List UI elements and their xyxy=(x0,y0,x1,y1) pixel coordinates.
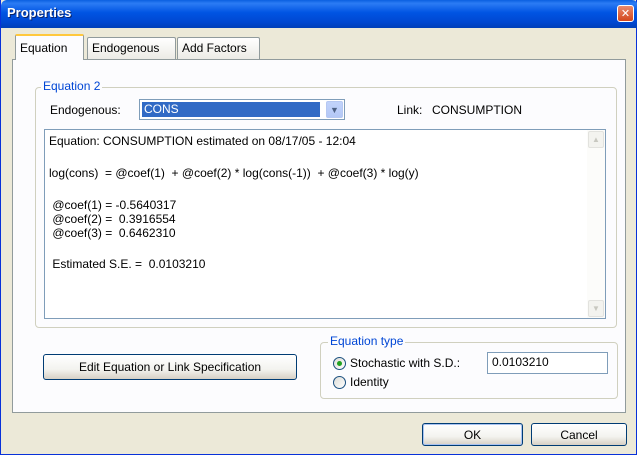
equation-line: @coef(3) = 0.6462310 xyxy=(49,226,176,240)
cancel-button[interactable]: Cancel xyxy=(531,423,627,446)
close-button[interactable]: ✕ xyxy=(617,5,634,22)
title-bar[interactable]: Properties ✕ xyxy=(1,0,637,28)
scroll-up-button[interactable]: ▲ xyxy=(588,131,604,148)
equation-line: log(cons) = @coef(1) + @coef(2) * log(co… xyxy=(49,166,419,180)
tab-endogenous[interactable]: Endogenous xyxy=(87,37,176,59)
tab-equation[interactable]: Equation xyxy=(15,34,84,60)
equation-line: @coef(2) = 0.3916554 xyxy=(49,212,176,226)
scroll-up-icon: ▲ xyxy=(592,135,600,144)
tab-add-factors[interactable]: Add Factors xyxy=(177,37,260,59)
endogenous-label: Endogenous: xyxy=(50,103,121,117)
equation-group-legend: Equation 2 xyxy=(41,79,103,93)
equation-line: @coef(1) = -0.5640317 xyxy=(49,198,177,212)
identity-label: Identity xyxy=(350,375,389,389)
close-icon: ✕ xyxy=(620,8,631,20)
ok-button[interactable]: OK xyxy=(422,423,523,446)
tab-label: Add Factors xyxy=(182,41,247,55)
identity-radio[interactable] xyxy=(333,376,346,389)
scroll-down-button[interactable]: ▼ xyxy=(588,300,604,317)
dropdown-button[interactable]: ▼ xyxy=(326,101,343,118)
ok-button-label: OK xyxy=(463,427,482,442)
tab-label: Equation xyxy=(20,41,68,55)
equation-line: Equation: CONSUMPTION estimated on 08/17… xyxy=(49,134,356,148)
edit-equation-button-label: Edit Equation or Link Specification xyxy=(78,360,262,374)
vertical-scrollbar[interactable]: ▲ ▼ xyxy=(587,130,605,318)
scroll-down-icon: ▼ xyxy=(592,304,600,313)
sd-input[interactable]: 0.0103210 xyxy=(487,352,608,374)
tab-label: Endogenous xyxy=(92,41,160,55)
sd-value: 0.0103210 xyxy=(492,355,549,369)
endogenous-selected-value: CONS xyxy=(142,102,320,117)
stochastic-label: Stochastic with S.D.: xyxy=(350,356,461,370)
link-value: CONSUMPTION xyxy=(432,103,522,117)
properties-dialog: Properties ✕ Equation Endogenous Add Fac… xyxy=(0,0,637,455)
equation-line: Estimated S.E. = 0.0103210 xyxy=(49,257,206,271)
edit-equation-button[interactable]: Edit Equation or Link Specification xyxy=(43,354,297,380)
cancel-button-label: Cancel xyxy=(560,427,598,442)
endogenous-select[interactable]: CONS ▼ xyxy=(139,99,345,120)
chevron-down-icon: ▼ xyxy=(330,104,339,115)
stochastic-radio[interactable] xyxy=(333,357,346,370)
window-title: Properties xyxy=(7,5,72,20)
link-label: Link: xyxy=(397,103,423,117)
equation-textarea[interactable]: Equation: CONSUMPTION estimated on 08/17… xyxy=(44,129,606,319)
equation-type-legend: Equation type xyxy=(328,334,406,348)
